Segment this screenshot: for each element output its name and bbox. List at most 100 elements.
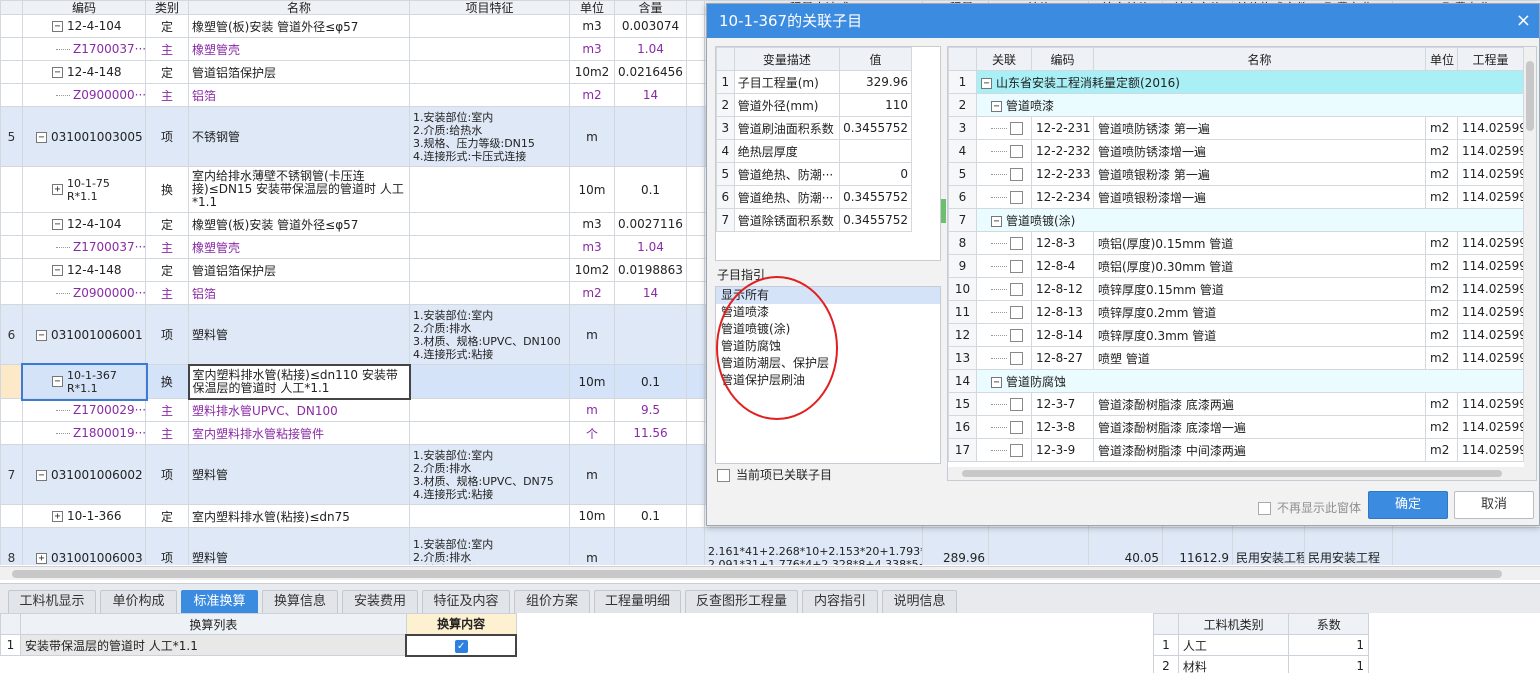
subitem-row[interactable]: 3 12-2-231 管道喷防锈漆 第一遍 m2 114.02599: [948, 116, 1524, 140]
name-cell[interactable]: 室内塑料排水管(粘接)≤dn75: [188, 504, 410, 528]
scrollbar-thumb[interactable]: [1526, 61, 1534, 131]
tab-4[interactable]: 换算信息: [262, 590, 338, 613]
type-cell[interactable]: 主: [145, 83, 189, 107]
variable-row[interactable]: 1 子目工程量(m) 329.96: [716, 70, 912, 94]
labor-row[interactable]: 2 材料 1: [1153, 655, 1369, 673]
name-cell[interactable]: 室内塑料排水管粘接管件: [188, 421, 410, 445]
content-cell[interactable]: 0.0216456: [614, 60, 687, 84]
unit-cell[interactable]: m: [569, 304, 615, 365]
name-cell[interactable]: 橡塑管壳: [188, 235, 410, 259]
subitem-quantity[interactable]: 114.02599: [1457, 254, 1524, 278]
feature-cell[interactable]: [409, 364, 570, 399]
row-number[interactable]: [0, 60, 23, 84]
feature-cell[interactable]: [409, 235, 570, 259]
subitem-quantity[interactable]: 114.02599: [1457, 185, 1524, 209]
unit-price-cell[interactable]: 40.05: [1088, 527, 1163, 565]
tab-7[interactable]: 组价方案: [514, 590, 590, 613]
collapse-icon[interactable]: −: [36, 469, 47, 481]
subitem-quantity[interactable]: 114.02599: [1457, 346, 1524, 370]
var-value[interactable]: [839, 139, 912, 163]
collapse-icon[interactable]: −: [52, 265, 63, 276]
tab-2[interactable]: 单价构成: [100, 590, 177, 613]
name-cell[interactable]: 铝箔: [188, 83, 410, 107]
content-cell[interactable]: [614, 106, 687, 167]
name-cell[interactable]: 塑料管: [188, 444, 410, 505]
subitem-vertical-scrollbar[interactable]: [1524, 47, 1536, 467]
row-number[interactable]: [0, 258, 23, 282]
grid-header-cell[interactable]: [0, 0, 23, 15]
feature-cell[interactable]: 1.安装部位:室内 2.介质:给热水 3.规格、压力等级:DN15 4.连接形式…: [409, 106, 570, 167]
cancel-button[interactable]: 取消: [1454, 491, 1534, 519]
code-cell[interactable]: +10-1-366: [22, 504, 146, 528]
var-value[interactable]: 0: [839, 162, 912, 186]
code-cell[interactable]: Z1800019···: [22, 421, 146, 445]
subitem-row[interactable]: 6 12-2-234 管道喷银粉漆增一遍 m2 114.02599: [948, 185, 1524, 209]
tab-6[interactable]: 特征及内容: [422, 590, 510, 613]
link-cell[interactable]: [976, 116, 1032, 140]
feature-cell[interactable]: [409, 421, 570, 445]
feature-cell[interactable]: [409, 37, 570, 61]
link-cell[interactable]: [976, 231, 1032, 255]
tab-5[interactable]: 安装费用: [342, 590, 418, 613]
link-checkbox[interactable]: [1010, 283, 1023, 296]
related-subitems-dialog[interactable]: 10-1-367的关联子目 × 变量描述值 1 子目工程量(m) 329.96 2 管道外…: [706, 3, 1540, 526]
link-checkbox[interactable]: [1010, 168, 1023, 181]
labor-row-value[interactable]: 1: [1288, 634, 1369, 656]
unit-cell[interactable]: 10m: [569, 504, 615, 528]
link-checkbox[interactable]: [1010, 352, 1023, 365]
variable-row[interactable]: 4 绝热层厚度: [716, 139, 912, 163]
unit-cell[interactable]: 个: [569, 421, 615, 445]
subitem-horizontal-scrollbar[interactable]: [948, 467, 1536, 480]
unit-cell[interactable]: m2: [569, 83, 615, 107]
code-cell[interactable]: +10-1-75 R*1.1: [22, 166, 146, 213]
content-cell[interactable]: 14: [614, 83, 687, 107]
link-cell[interactable]: [976, 162, 1032, 186]
name-cell[interactable]: 铝箔: [188, 281, 410, 305]
row-number[interactable]: [0, 364, 23, 399]
code-cell[interactable]: Z1700029···: [22, 398, 146, 422]
link-cell[interactable]: [976, 438, 1032, 462]
expand-icon[interactable]: +: [36, 552, 47, 564]
name-cell[interactable]: 室内给排水薄壁不锈钢管(卡压连 接)≤DN15 安装带保温层的管道时 人工 *1…: [188, 166, 410, 213]
name-cell[interactable]: 橡塑管(板)安装 管道外径≤φ57: [188, 14, 410, 38]
unit-cell[interactable]: m3: [569, 235, 615, 259]
subitem-group-row[interactable]: 14− 管道防腐蚀: [948, 369, 1524, 393]
type-cell[interactable]: 主: [145, 235, 189, 259]
code-cell[interactable]: −031001003005: [22, 106, 146, 167]
subitem-quantity[interactable]: 114.02599: [1457, 231, 1524, 255]
row-number[interactable]: [0, 14, 23, 38]
content-cell[interactable]: 0.1: [614, 364, 687, 399]
code-cell[interactable]: −12-4-148: [22, 258, 146, 282]
grid-header-cell[interactable]: 含量: [614, 0, 687, 15]
subitem-quantity[interactable]: 114.02599: [1457, 438, 1524, 462]
subitem-group-row[interactable]: 7− 管道喷镀(涂): [948, 208, 1524, 232]
price-cell[interactable]: [988, 527, 1089, 565]
feature-cell[interactable]: [409, 83, 570, 107]
code-cell[interactable]: Z1700037···: [22, 37, 146, 61]
name-cell[interactable]: 塑料排水管UPVC、DN100: [188, 398, 410, 422]
grid-horizontal-scrollbar[interactable]: [0, 566, 1540, 580]
link-checkbox[interactable]: [1010, 237, 1023, 250]
collapse-icon[interactable]: −: [991, 100, 1002, 112]
feature-cell[interactable]: [409, 258, 570, 282]
no-show-checkbox[interactable]: [1258, 502, 1271, 515]
link-checkbox[interactable]: [1010, 444, 1023, 457]
link-cell[interactable]: [976, 277, 1032, 301]
row-number[interactable]: [0, 281, 23, 305]
fee-cell[interactable]: 民用安装工程: [1304, 527, 1393, 565]
type-cell[interactable]: 定: [145, 258, 189, 282]
grid-header-cell[interactable]: 项目特征: [409, 0, 570, 15]
type-cell[interactable]: 项: [145, 527, 189, 565]
grid-header-cell[interactable]: 名称: [188, 0, 410, 15]
tab-3[interactable]: 标准换算: [181, 590, 258, 613]
content-cell[interactable]: 11.56: [614, 421, 687, 445]
feature-cell[interactable]: [409, 60, 570, 84]
content-cell[interactable]: [614, 527, 687, 565]
grid-header-cell[interactable]: [686, 0, 705, 15]
subitem-row[interactable]: 8 12-8-3 喷铝(厚度)0.15mm 管道 m2 114.02599: [948, 231, 1524, 255]
link-cell[interactable]: [976, 346, 1032, 370]
expand-icon[interactable]: +: [52, 511, 63, 522]
type-cell[interactable]: 换: [145, 364, 189, 399]
row-number[interactable]: [0, 235, 23, 259]
collapse-icon[interactable]: −: [36, 329, 47, 341]
